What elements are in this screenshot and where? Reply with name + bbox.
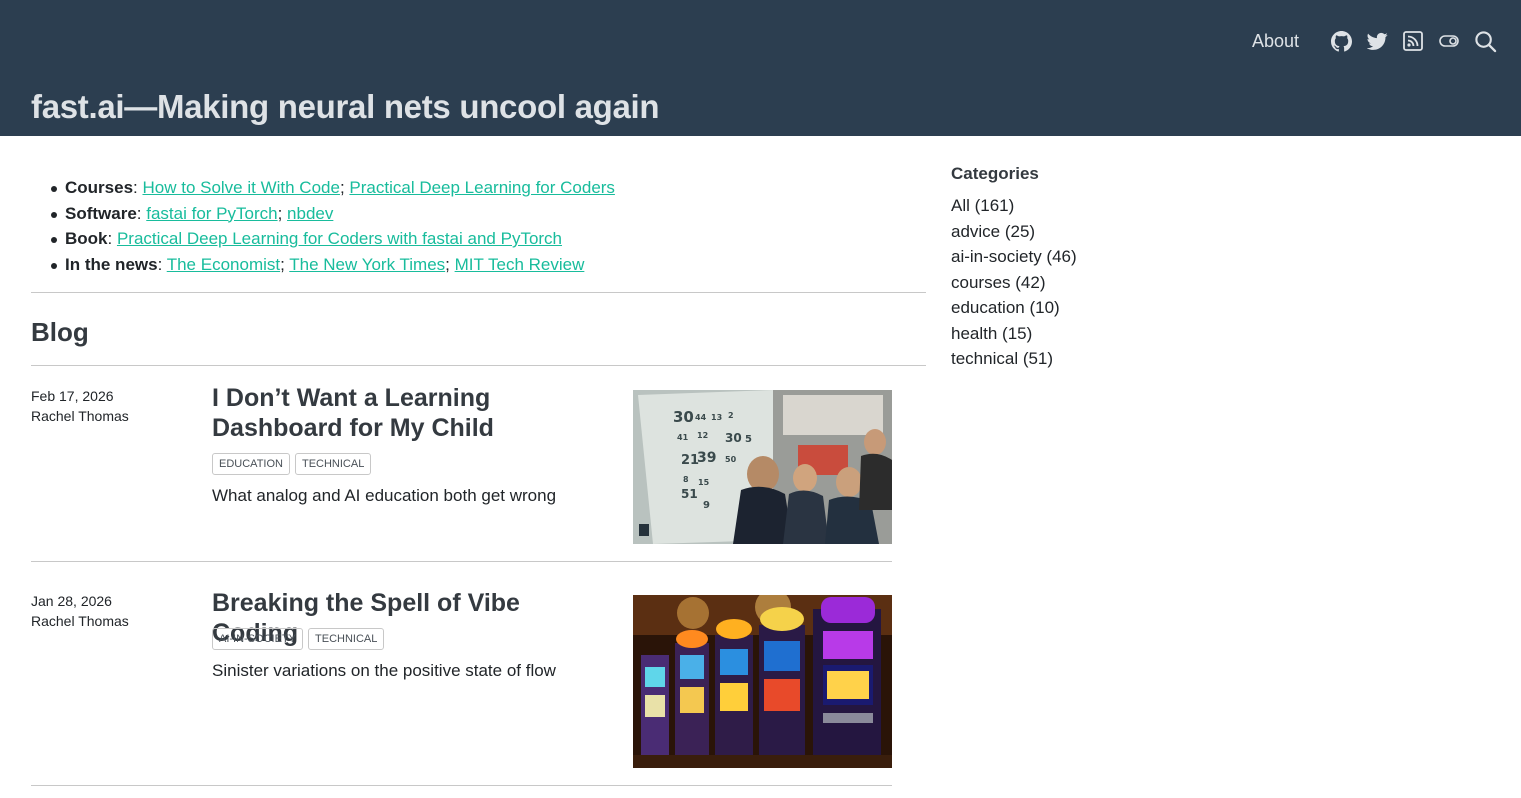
search-icon[interactable] bbox=[1473, 29, 1497, 53]
categories-sidebar: Categories All (161) advice (25) ai-in-s… bbox=[951, 164, 1077, 372]
post-thumbnail[interactable] bbox=[633, 595, 892, 768]
category-technical[interactable]: technical (51) bbox=[951, 346, 1077, 372]
post-author: Rachel Thomas bbox=[31, 613, 129, 629]
twitter-icon[interactable] bbox=[1365, 29, 1389, 53]
software-link-nbdev[interactable]: nbdev bbox=[287, 204, 333, 223]
news-link-nyt[interactable]: The New York Times bbox=[289, 255, 445, 274]
blog-post[interactable]: Feb 17, 2026 Rachel Thomas I Don’t Want … bbox=[31, 380, 892, 562]
course-link-practical-dl[interactable]: Practical Deep Learning for Coders bbox=[349, 178, 615, 197]
nav-about-link[interactable]: About bbox=[1252, 31, 1299, 52]
svg-text:30: 30 bbox=[725, 431, 742, 445]
svg-text:51: 51 bbox=[681, 487, 698, 501]
category-ai-in-society[interactable]: ai-in-society (46) bbox=[951, 244, 1077, 270]
post-thumbnail[interactable]: 30 44 13 2 41 12 30 5 21 39 50 8 15 51 9 bbox=[633, 390, 892, 544]
courses-line: Courses: How to Solve it With Code; Prac… bbox=[51, 175, 615, 201]
post-title[interactable]: I Don’t Want a Learning Dashboard for My… bbox=[212, 383, 607, 443]
news-link-mit[interactable]: MIT Tech Review bbox=[455, 255, 585, 274]
svg-text:12: 12 bbox=[697, 431, 708, 440]
software-link-fastai[interactable]: fastai for PyTorch bbox=[146, 204, 277, 223]
course-link-solve-it[interactable]: How to Solve it With Code bbox=[142, 178, 339, 197]
category-education[interactable]: education (10) bbox=[951, 295, 1077, 321]
post-date: Jan 28, 2026 bbox=[31, 593, 112, 609]
site-header: About fast.ai—Making neural nets uncool … bbox=[0, 0, 1521, 136]
svg-text:39: 39 bbox=[697, 450, 716, 466]
categories-list: All (161) advice (25) ai-in-society (46)… bbox=[951, 193, 1077, 372]
news-label: In the news bbox=[65, 254, 158, 274]
divider bbox=[31, 292, 926, 293]
categories-heading: Categories bbox=[951, 164, 1039, 183]
post-date: Feb 17, 2026 bbox=[31, 388, 114, 404]
svg-text:8: 8 bbox=[683, 475, 689, 484]
blog-heading: Blog bbox=[31, 317, 89, 347]
blog-post[interactable]: Jan 28, 2026 Rachel Thomas Breaking the … bbox=[31, 585, 892, 786]
divider bbox=[31, 365, 926, 366]
category-advice[interactable]: advice (25) bbox=[951, 219, 1077, 245]
svg-text:41: 41 bbox=[677, 433, 689, 442]
category-courses[interactable]: courses (42) bbox=[951, 270, 1077, 296]
intro-links: Courses: How to Solve it With Code; Prac… bbox=[51, 175, 615, 278]
site-title[interactable]: fast.ai—Making neural nets uncool again bbox=[31, 88, 660, 126]
github-icon[interactable] bbox=[1329, 29, 1353, 53]
svg-text:9: 9 bbox=[703, 500, 710, 511]
tag-ai-in-society[interactable]: AI-IN-SOCIETY bbox=[212, 628, 304, 650]
book-label: Book bbox=[65, 229, 108, 248]
tag-education[interactable]: EDUCATION bbox=[212, 453, 290, 475]
svg-text:13: 13 bbox=[711, 413, 722, 422]
post-separator bbox=[31, 785, 892, 786]
software-line: Software: fastai for PyTorch; nbdev bbox=[51, 201, 615, 227]
tag-technical[interactable]: TECHNICAL bbox=[308, 628, 385, 650]
category-all[interactable]: All (161) bbox=[951, 193, 1077, 219]
post-description: What analog and AI education both get wr… bbox=[212, 486, 557, 505]
post-tags: AI-IN-SOCIETY TECHNICAL bbox=[212, 628, 385, 650]
post-tags: EDUCATION TECHNICAL bbox=[212, 453, 372, 475]
courses-label: Courses bbox=[65, 178, 134, 197]
post-description: Sinister variations on the positive stat… bbox=[212, 661, 556, 680]
top-nav: About bbox=[1252, 27, 1497, 55]
svg-text:15: 15 bbox=[698, 478, 710, 487]
news-line: In the news: The Economist; The New York… bbox=[51, 252, 615, 278]
post-author: Rachel Thomas bbox=[31, 408, 129, 424]
svg-text:30: 30 bbox=[673, 408, 694, 426]
book-link[interactable]: Practical Deep Learning for Coders with … bbox=[117, 229, 562, 248]
svg-text:5: 5 bbox=[745, 434, 752, 445]
svg-text:2: 2 bbox=[728, 411, 734, 420]
book-line: Book: Practical Deep Learning for Coders… bbox=[51, 226, 615, 252]
news-link-economist[interactable]: The Economist bbox=[167, 255, 280, 274]
rss-icon[interactable] bbox=[1401, 29, 1425, 53]
software-label: Software bbox=[65, 203, 137, 223]
category-health[interactable]: health (15) bbox=[951, 321, 1077, 347]
svg-text:50: 50 bbox=[725, 455, 737, 464]
toggle-icon[interactable] bbox=[1437, 29, 1461, 53]
svg-text:44: 44 bbox=[695, 413, 707, 422]
post-separator bbox=[31, 561, 892, 562]
tag-technical[interactable]: TECHNICAL bbox=[294, 453, 372, 475]
